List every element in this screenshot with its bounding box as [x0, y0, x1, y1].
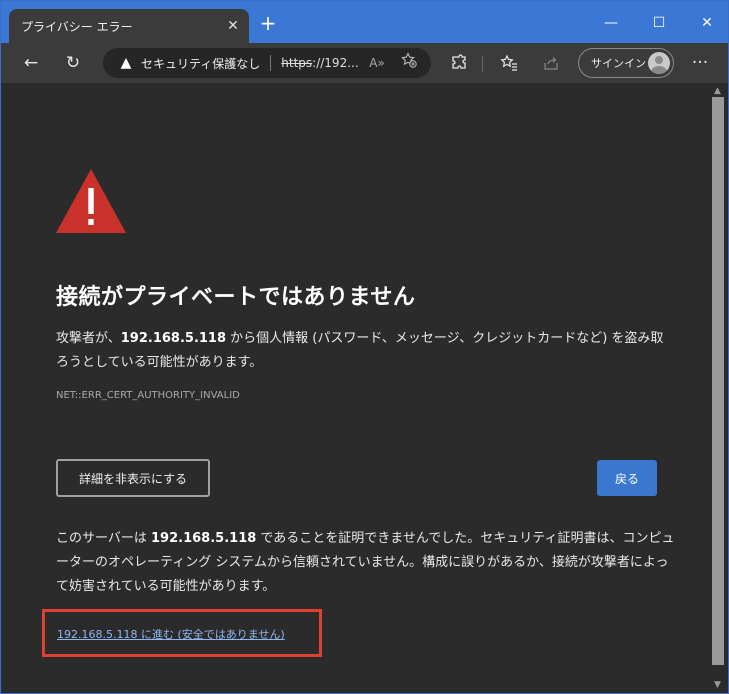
- detail-host: 192.168.5.118: [151, 531, 257, 546]
- share-icon[interactable]: [537, 49, 565, 77]
- sign-in-label: サインイン: [591, 57, 646, 70]
- page-content: 接続がプライベートではありません 攻撃者が、192.168.5.118 から個人…: [1, 83, 709, 693]
- tab-privacy-error[interactable]: プライバシー エラー ✕: [9, 9, 249, 43]
- favorites-icon[interactable]: [495, 49, 523, 77]
- browser-toolbar: ← ↻ ▲ セキュリティ保護なし https://192... A» サインイン…: [1, 43, 728, 83]
- sign-in-button[interactable]: サインイン: [578, 48, 674, 78]
- not-secure-warning-icon[interactable]: ▲: [115, 55, 137, 71]
- refresh-icon[interactable]: ↻: [59, 49, 87, 77]
- back-arrow-icon[interactable]: ←: [17, 49, 45, 77]
- browser-window: プライバシー エラー ✕ + — ☐ ✕ ← ↻ ▲ セキュリティ保護なし ht…: [0, 0, 729, 694]
- avatar: [648, 52, 670, 74]
- address-bar[interactable]: ▲ セキュリティ保護なし https://192... A»: [103, 48, 431, 78]
- read-aloud-icon[interactable]: A»: [365, 48, 389, 78]
- warning-description: 攻撃者が、192.168.5.118 から個人情報 (パスワード、メッセージ、ク…: [56, 327, 666, 375]
- go-back-button[interactable]: 戻る: [597, 460, 657, 496]
- page-title: 接続がプライベートではありません: [56, 285, 416, 310]
- url-scheme: https: [281, 56, 313, 70]
- hide-details-button[interactable]: 詳細を非表示にする: [56, 459, 210, 497]
- toolbar-divider: [482, 56, 483, 72]
- tab-close-icon[interactable]: ✕: [221, 18, 245, 34]
- error-code[interactable]: NET::ERR_CERT_AUTHORITY_INVALID: [56, 390, 240, 401]
- desc-host: 192.168.5.118: [120, 331, 227, 346]
- proceed-unsafe-link[interactable]: 192.168.5.118 に進む (安全ではありません): [57, 626, 285, 642]
- maximize-button[interactable]: ☐: [639, 9, 679, 37]
- add-favorite-icon[interactable]: [397, 48, 421, 78]
- security-status-label[interactable]: セキュリティ保護なし: [141, 55, 260, 72]
- details-text: このサーバーは 192.168.5.118 であることを証明できませんでした。セ…: [56, 527, 676, 599]
- detail-prefix: このサーバーは: [56, 531, 152, 546]
- minimize-button[interactable]: —: [591, 9, 631, 37]
- address-separator: [270, 55, 272, 71]
- more-options-icon[interactable]: ···: [686, 49, 714, 77]
- scroll-up-arrow-icon[interactable]: ▲: [714, 86, 721, 96]
- scrollbar-thumb[interactable]: [712, 97, 724, 665]
- extensions-puzzle-icon[interactable]: [445, 49, 473, 77]
- tab-title: プライバシー エラー: [21, 19, 133, 34]
- url-host: ://192...: [312, 56, 359, 70]
- title-bar: プライバシー エラー ✕ + — ☐ ✕: [1, 1, 728, 43]
- desc-prefix: 攻撃者が、: [56, 331, 121, 346]
- url-text[interactable]: https://192...: [281, 56, 358, 70]
- warning-triangle-icon: [56, 169, 126, 233]
- close-window-button[interactable]: ✕: [687, 9, 727, 37]
- scroll-down-arrow-icon[interactable]: ▼: [714, 680, 721, 690]
- vertical-scrollbar[interactable]: ▲ ▼: [709, 83, 728, 693]
- new-tab-button[interactable]: +: [257, 13, 279, 35]
